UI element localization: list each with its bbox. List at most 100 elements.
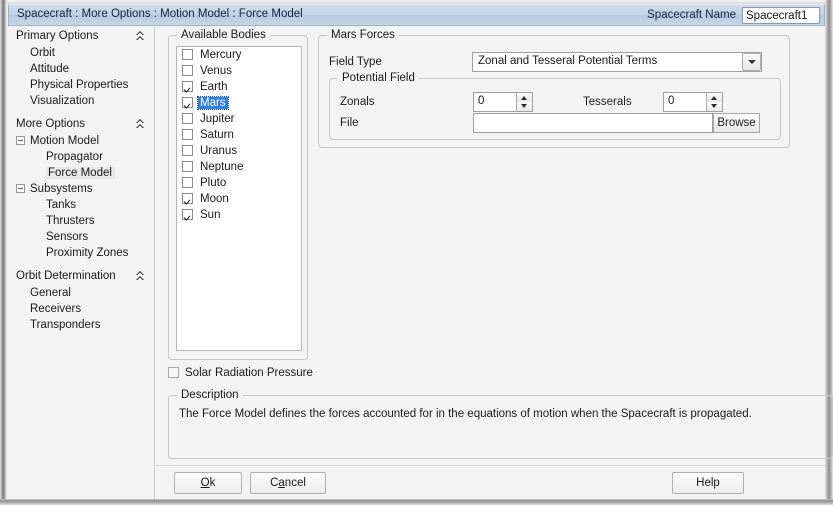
mars-forces-group: Mars Forces Field Type Zonal and Tessera…	[318, 29, 790, 148]
help-button[interactable]: Help	[672, 472, 744, 494]
tesserals-label: Tesserals	[583, 96, 632, 108]
checkbox-venus[interactable]	[182, 65, 193, 76]
sidebar-item-force-model[interactable]: Force Model	[8, 165, 154, 181]
sidebar-item-label: Sensors	[46, 231, 89, 243]
list-item-label: Venus	[200, 65, 232, 77]
zonals-stepper[interactable]: 0	[473, 92, 533, 112]
tesserals-stepper-buttons[interactable]	[706, 93, 722, 111]
double-chevron-up-icon[interactable]	[134, 269, 146, 283]
tesserals-value: 0	[668, 95, 675, 107]
description-group: Description The Force Model defines the …	[168, 389, 833, 459]
checkbox-sun[interactable]	[182, 209, 193, 220]
sidebar-item-label: Proximity Zones	[46, 247, 129, 259]
checkbox-saturn[interactable]	[182, 129, 193, 140]
sidebar-item-label: Motion Model	[30, 135, 100, 147]
list-item[interactable]: Saturn	[177, 127, 301, 143]
file-label: File	[340, 117, 359, 129]
description-text: The Force Model defines the forces accou…	[179, 408, 752, 420]
list-item-label: Saturn	[200, 129, 234, 141]
spacecraft-name-label: Spacecraft Name	[647, 9, 736, 21]
sidebar-item-thrusters[interactable]: Thrusters	[8, 213, 154, 229]
list-item[interactable]: Neptune	[177, 159, 301, 175]
list-item-label: Moon	[200, 193, 229, 205]
sidebar-item-attitude[interactable]: Attitude	[8, 61, 154, 77]
field-type-dropdown-button[interactable]	[742, 53, 761, 71]
checkbox-mars[interactable]	[182, 97, 193, 108]
potential-field-group: Potential Field Zonals 0 Tesserals 0 Fil…	[329, 72, 781, 140]
spacecraft-name-input[interactable]	[742, 7, 820, 24]
list-item-label: Mars	[197, 96, 229, 110]
tree-section-header[interactable]: More Options	[8, 115, 154, 133]
button-bar: Ok Cancel Help	[156, 467, 825, 499]
sidebar-item-visualization[interactable]: Visualization	[8, 93, 154, 109]
cancel-button[interactable]: Cancel	[250, 472, 326, 494]
tree-collapse-icon[interactable]	[16, 136, 25, 145]
sidebar-item-label: Thrusters	[46, 215, 95, 227]
zonals-stepper-buttons[interactable]	[516, 93, 532, 111]
checkbox-pluto[interactable]	[182, 177, 193, 188]
sidebar-item-motion-model[interactable]: Motion Model	[8, 133, 154, 149]
ok-button[interactable]: Ok	[174, 472, 242, 494]
dialog-window: Spacecraft : More Options : Motion Model…	[0, 0, 833, 505]
sidebar-item-receivers[interactable]: Receivers	[8, 301, 154, 317]
double-chevron-up-icon[interactable]	[134, 117, 146, 131]
sidebar-item-label: Subsystems	[30, 183, 93, 195]
potential-field-title: Potential Field	[338, 72, 419, 84]
list-item-label: Uranus	[200, 145, 238, 157]
sidebar-item-general[interactable]: General	[8, 285, 154, 301]
tree-section-label: Primary Options	[16, 30, 99, 42]
browse-button[interactable]: Browse	[713, 113, 760, 133]
navigation-tree[interactable]: Primary Options Orbit Attitude Physical Pro…	[8, 27, 155, 499]
chevron-down-icon	[747, 60, 756, 64]
tesserals-decrement-icon[interactable]	[707, 102, 722, 111]
checkbox-uranus[interactable]	[182, 145, 193, 156]
sidebar-item-sensors[interactable]: Sensors	[8, 229, 154, 245]
main-panel: Available Bodies Mercury Venus Earth Mars Ju…	[156, 27, 833, 499]
sidebar-item-label: Tanks	[46, 199, 77, 211]
tree-section-label: Orbit Determination	[16, 270, 116, 282]
description-title: Description	[177, 389, 243, 401]
window-frame-left	[0, 0, 7, 505]
file-path-input[interactable]	[473, 113, 713, 133]
tesserals-stepper[interactable]: 0	[663, 92, 723, 112]
list-item-label: Neptune	[200, 161, 244, 173]
list-item[interactable]: Moon	[177, 191, 301, 207]
list-item[interactable]: Sun	[177, 207, 301, 223]
list-item[interactable]: Uranus	[177, 143, 301, 159]
list-item[interactable]: Venus	[177, 63, 301, 79]
list-item[interactable]: Mercury	[177, 47, 301, 63]
tree-section-header[interactable]: Orbit Determination	[8, 267, 154, 285]
checkbox-mercury[interactable]	[182, 49, 193, 60]
sidebar-item-label: Orbit	[30, 47, 55, 59]
tree-section-label: More Options	[16, 118, 86, 130]
available-bodies-list[interactable]: Mercury Venus Earth Mars Jupiter Saturn Uranus…	[176, 46, 302, 351]
sidebar-item-orbit[interactable]: Orbit	[8, 45, 154, 61]
field-type-combobox[interactable]: Zonal and Tesseral Potential Terms	[472, 52, 762, 72]
tree-collapse-icon[interactable]	[16, 184, 25, 193]
solar-radiation-pressure-checkbox[interactable]	[168, 367, 179, 378]
list-item[interactable]: Earth	[177, 79, 301, 95]
sidebar-item-label: Receivers	[30, 303, 82, 315]
tree-section-header[interactable]: Primary Options	[8, 27, 154, 45]
sidebar-item-physical-properties[interactable]: Physical Properties	[8, 77, 154, 93]
window-frame-bottom	[0, 499, 833, 505]
sidebar-item-subsystems[interactable]: Subsystems	[8, 181, 154, 197]
sidebar-item-tanks[interactable]: Tanks	[8, 197, 154, 213]
checkbox-moon[interactable]	[182, 193, 193, 204]
list-item-label: Jupiter	[200, 113, 235, 125]
field-type-value: Zonal and Tesseral Potential Terms	[478, 55, 658, 67]
sidebar-item-transponders[interactable]: Transponders	[8, 317, 154, 333]
sidebar-item-proximity-zones[interactable]: Proximity Zones	[8, 245, 154, 261]
checkbox-jupiter[interactable]	[182, 113, 193, 124]
zonals-value: 0	[478, 95, 485, 107]
checkbox-neptune[interactable]	[182, 161, 193, 172]
list-item-label: Earth	[200, 81, 228, 93]
checkbox-earth[interactable]	[182, 81, 193, 92]
double-chevron-up-icon[interactable]	[134, 29, 146, 43]
list-item[interactable]: Jupiter	[177, 111, 301, 127]
zonals-decrement-icon[interactable]	[517, 102, 532, 111]
solar-radiation-pressure-row[interactable]: Solar Radiation Pressure	[168, 365, 408, 381]
sidebar-item-propagator[interactable]: Propagator	[8, 149, 154, 165]
list-item[interactable]: Mars	[177, 95, 301, 111]
list-item[interactable]: Pluto	[177, 175, 301, 191]
